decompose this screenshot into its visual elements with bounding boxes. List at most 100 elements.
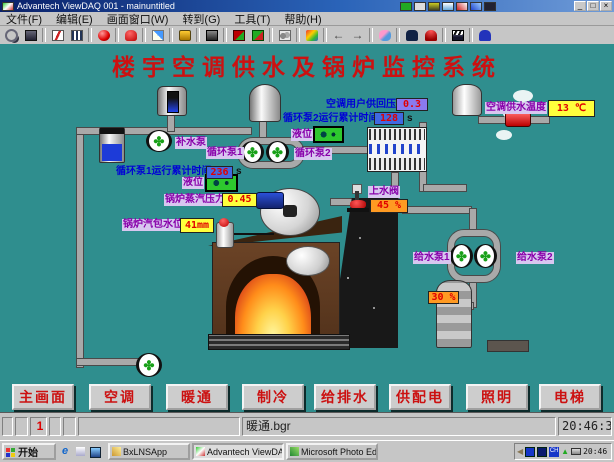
close-button[interactable]: × [600, 1, 612, 11]
label-level-2: 液位 [291, 129, 313, 141]
nav-forward-icon[interactable]: → [348, 27, 367, 43]
tray-clock[interactable]: 20:46 [583, 447, 607, 456]
start-button[interactable]: 开始 [2, 443, 56, 460]
nav-back-icon[interactable]: ← [329, 27, 348, 43]
menu-tools[interactable]: 工具(T) [234, 11, 270, 27]
handcuffs-icon[interactable] [275, 27, 294, 43]
security-lock-icon[interactable] [175, 27, 194, 43]
tray-app-icon[interactable] [537, 447, 547, 457]
readout-drum-level: 41mm [180, 218, 214, 233]
pipe [402, 206, 472, 214]
menu-window[interactable]: 画面窗口(W) [107, 11, 169, 27]
wand-icon[interactable] [302, 27, 321, 43]
fan-pump-icon: ✤ [136, 353, 162, 377]
toolbar-separator [142, 28, 146, 42]
tag-check-icon[interactable] [248, 27, 267, 43]
alarm-ack-icon[interactable] [229, 27, 248, 43]
helmet-icon[interactable] [421, 27, 440, 43]
eraser-icon[interactable] [375, 27, 394, 43]
toolbar-separator [115, 28, 119, 42]
task-label: Microsoft Photo Editor [301, 447, 378, 457]
nav-elevator-button[interactable]: 电梯 [539, 384, 601, 410]
antivirus-icon[interactable]: ▲ [561, 447, 569, 456]
taskbar-task-viewdaq[interactable]: Advantech ViewDAQ 001 : [192, 443, 284, 460]
titlebar-icon-teal[interactable] [442, 2, 454, 11]
unit-pump1-runtime: s [236, 166, 242, 178]
nav-refrigeration-button[interactable]: 制冷 [242, 384, 304, 410]
task-label: BxLNSApp [123, 447, 167, 457]
search-icon[interactable] [2, 27, 21, 43]
titlebar-icon-dark[interactable] [484, 2, 496, 11]
start-label: 开始 [18, 444, 38, 459]
hist-glyph [71, 30, 83, 41]
minimize-button[interactable]: _ [574, 1, 586, 11]
lock-glyph [179, 30, 191, 41]
toolbar-separator [169, 28, 173, 42]
toolbar-separator [296, 28, 300, 42]
pump-blade-icon: ✤ [456, 250, 467, 263]
nav-water-supply-drainage-button[interactable]: 给排水 [314, 384, 376, 410]
toolbar-separator [323, 28, 327, 42]
steam-drum-small [286, 246, 330, 276]
alarm-ball-icon[interactable] [94, 27, 113, 43]
tray-app-icon[interactable] [525, 447, 535, 457]
wand-glyph [306, 30, 318, 41]
alarm-bell-icon[interactable] [121, 27, 140, 43]
menu-help[interactable]: 帮助(H) [284, 11, 321, 27]
titlebar-icon-red[interactable] [456, 2, 468, 11]
grate [208, 334, 350, 350]
pipe [469, 208, 477, 232]
mail-quicklaunch-icon[interactable] [76, 447, 85, 456]
clapper-icon[interactable] [448, 27, 467, 43]
ime-indicator[interactable]: CH [549, 447, 559, 457]
nav-main-screen-button[interactable]: 主画面 [12, 384, 74, 410]
taskbar-task-photo-editor[interactable]: Microsoft Photo Editor [286, 443, 378, 460]
trend-chart-icon[interactable] [48, 27, 67, 43]
ie-quicklaunch-icon[interactable]: e [62, 447, 71, 456]
label-steam-pressure: 锅炉蒸汽压力 [164, 194, 226, 206]
page-number: 1 [30, 417, 47, 436]
menu-file[interactable]: 文件(F) [6, 11, 42, 27]
volume-icon[interactable]: ◀ [517, 447, 523, 456]
chimney-base [487, 340, 529, 352]
restore-button[interactable]: □ [587, 1, 599, 11]
edit-pen-icon[interactable] [148, 27, 167, 43]
camera-icon[interactable] [202, 27, 221, 43]
label-level-1: 液位 [182, 177, 204, 189]
makeup-pump-icon: ✤ [146, 130, 172, 152]
readout-pressure-diff: 0.3 [396, 98, 428, 111]
menu-goto[interactable]: 转到(G) [182, 11, 220, 27]
nav-power-distribution-button[interactable]: 供配电 [389, 384, 451, 410]
label-pump1-runtime: 循环泵1运行累计时间 [116, 166, 212, 178]
ackr-glyph [233, 30, 245, 41]
titlebar-icon-gray[interactable] [414, 2, 426, 11]
show-desktop-icon[interactable] [90, 447, 101, 458]
label-circ-pump2: 循环泵2 [294, 148, 332, 160]
camera-glyph [206, 30, 218, 41]
titlebar-icon-yellow[interactable] [428, 2, 440, 11]
printer-icon[interactable] [571, 448, 581, 455]
nav-hvac-button[interactable]: 暖通 [166, 384, 228, 410]
titlebar-tray [400, 2, 496, 11]
menu-edit[interactable]: 编辑(E) [56, 11, 93, 27]
cuff-glyph [279, 30, 291, 41]
supply-valve-icon [505, 112, 531, 127]
titlebar-icon-green[interactable] [400, 2, 412, 11]
toolbar-separator [223, 28, 227, 42]
nav-lighting-button[interactable]: 照明 [466, 384, 528, 410]
taskbar-task-bxlnsapp[interactable]: BxLNSApp [108, 443, 190, 460]
histogram-icon[interactable] [67, 27, 86, 43]
burner-icon [216, 222, 234, 248]
panel-icon[interactable] [21, 27, 40, 43]
watchdog-icon[interactable] [402, 27, 421, 43]
task-icon [290, 447, 299, 456]
pump-blade-icon: ✤ [144, 359, 155, 372]
operator-icon[interactable] [475, 27, 494, 43]
titlebar-icon-blue[interactable] [470, 2, 482, 11]
pump-blade-icon: ✤ [272, 146, 283, 159]
boiler [208, 190, 398, 352]
label-circ-pump1: 循环泵1 [206, 147, 244, 159]
readout-pump2-runtime: 128 [374, 112, 404, 125]
current-screen-file: 暖通.bgr [242, 417, 556, 436]
nav-air-conditioning-button[interactable]: 空调 [89, 384, 151, 410]
